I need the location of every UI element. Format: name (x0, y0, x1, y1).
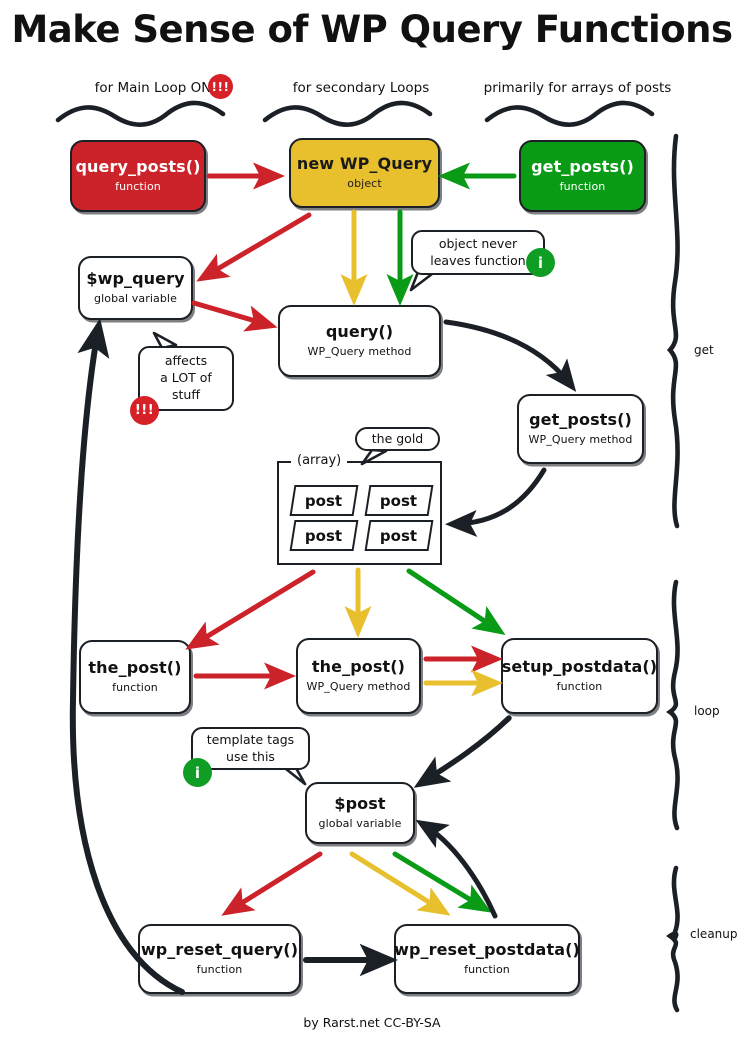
brace-label-cleanup-text: cleanup (690, 927, 738, 941)
arrow-array-to-the-post-fn (185, 569, 316, 650)
column-header-arrays-of-posts-text: primarily for arrays of posts (483, 80, 672, 96)
page-title: Make Sense of WP Query Functions (11, 8, 733, 51)
column-header-secondary-loops: for secondary Loops (268, 80, 454, 96)
bubble-affects-a-lot-line-1: affects (164, 353, 208, 369)
node-wp-query-global[interactable]: $wp_query global variable (78, 256, 193, 320)
brace-label-get: get (694, 343, 714, 357)
arrow-setup-postdata-to-post-global (413, 715, 512, 788)
node-wp-reset-postdata-name: wp_reset_postdata() (394, 940, 580, 960)
bubble-affects-a-lot-line-2: a LOT of (160, 370, 212, 386)
array-item-post-4: post (364, 520, 434, 551)
group-brace-arrays (484, 100, 655, 127)
bubble-the-gold-line-1: the gold (371, 430, 424, 446)
array-item-post-2-label: post (380, 491, 418, 510)
node-post-global-name: $post (334, 794, 386, 814)
node-the-post-method[interactable]: the_post() WP_Query method (296, 638, 421, 714)
bubble-object-never-leaves-info-icon-text: i (537, 253, 544, 272)
node-wp-reset-query-sub: function (196, 963, 243, 977)
node-new-wp-query[interactable]: new WP_Query object (289, 138, 440, 208)
node-post-global[interactable]: $post global variable (305, 782, 415, 844)
group-brace-main-loop (55, 100, 226, 127)
brace-label-loop: loop (694, 704, 720, 718)
bubble-template-tags-info-icon-text: i (194, 763, 201, 782)
main-loop-warning-badge-text: !!! (211, 79, 230, 94)
node-the-post-function-sub: function (112, 681, 158, 695)
node-setup-postdata[interactable]: setup_postdata() function (501, 638, 658, 714)
brace-label-loop-text: loop (694, 704, 720, 718)
node-setup-postdata-name: setup_postdata() (501, 657, 658, 677)
node-query-posts-sub: function (115, 180, 161, 194)
node-wp-reset-postdata-sub: function (464, 963, 510, 977)
arrow-array-to-setup-postdata-green (406, 568, 506, 635)
arrow-post-global-to-wp-reset-postdata-gold (349, 851, 451, 916)
node-the-post-method-name: the_post() (311, 657, 406, 677)
arrow-post-global-to-wp-reset-query (221, 851, 323, 916)
bubble-affects-a-lot-line-3: stuff (172, 386, 200, 402)
node-query-method-name: query() (325, 322, 394, 342)
arrow-query-method-to-get-posts-method (443, 319, 577, 392)
node-get-posts-function-sub: function (559, 180, 606, 194)
brace-label-cleanup: cleanup (690, 927, 738, 941)
node-get-posts-method-name: get_posts() (529, 410, 632, 430)
array-item-post-3: post (289, 520, 359, 551)
bubble-template-tags-line-2: use this (226, 748, 275, 764)
stage-brace-get (666, 133, 680, 529)
node-wp-query-global-name: $wp_query (86, 269, 185, 289)
column-header-secondary-loops-text: for secondary Loops (292, 80, 430, 96)
column-header-main-loop-text: for Main Loop ONLY (94, 80, 226, 96)
node-the-post-function[interactable]: the_post() function (79, 640, 191, 714)
array-item-post-4-label: post (380, 526, 418, 545)
column-header-arrays-of-posts: primarily for arrays of posts (470, 80, 685, 96)
node-new-wp-query-sub: object (347, 177, 382, 191)
node-query-posts-name: query_posts() (75, 157, 201, 177)
bubble-template-tags-info-icon: i (183, 758, 212, 787)
bubble-affects-a-lot-warning-icon-text: !!! (134, 403, 155, 418)
array-item-post-2: post (364, 485, 434, 516)
group-brace-secondary-loops (262, 100, 433, 127)
bubble-object-never-leaves: object never leaves function (411, 230, 545, 275)
arrow-wp-query-global-to-query-method (191, 300, 278, 332)
bubble-the-gold: the gold (355, 427, 440, 451)
node-get-posts-method-sub: WP_Query method (528, 433, 633, 447)
node-new-wp-query-name: new WP_Query (296, 154, 433, 174)
bubble-object-never-leaves-line-2: leaves function (430, 252, 526, 268)
credit-line: by Rarst.net CC-BY-SA (303, 1015, 441, 1030)
node-setup-postdata-sub: function (556, 680, 603, 694)
bubble-object-never-leaves-line-1: object never (438, 235, 518, 251)
arrow-wp-reset-postdata-to-post-global (415, 819, 498, 919)
node-post-global-sub: global variable (318, 817, 402, 831)
bubble-affects-a-lot-warning-icon: !!! (130, 396, 159, 425)
node-wp-query-global-sub: global variable (94, 292, 177, 306)
node-wp-reset-postdata[interactable]: wp_reset_postdata() function (394, 924, 580, 994)
node-get-posts-function-name: get_posts() (531, 157, 634, 177)
stage-brace-loop (666, 579, 680, 831)
node-query-method-sub: WP_Query method (307, 345, 412, 359)
node-wp-reset-query[interactable]: wp_reset_query() function (138, 924, 301, 994)
arrow-wp-query-obj-to-wp-query-global (196, 212, 312, 282)
node-the-post-method-sub: WP_Query method (306, 680, 411, 694)
main-loop-warning-badge: !!! (208, 74, 233, 99)
arrow-get-posts-method-to-array (445, 467, 547, 537)
array-block: (array) post post post post (277, 453, 442, 565)
bubble-tail-template-tags (284, 766, 307, 786)
arrow-post-global-to-wp-reset-postdata-green (392, 851, 492, 913)
node-query-posts[interactable]: query_posts() function (70, 140, 206, 212)
bubble-template-tags-line-1: template tags (206, 731, 295, 747)
node-get-posts-function[interactable]: get_posts() function (519, 140, 646, 212)
bubble-object-never-leaves-info-icon: i (526, 248, 555, 277)
brace-label-get-text: get (694, 343, 714, 357)
stage-brace-cleanup (666, 865, 680, 1013)
node-the-post-function-name: the_post() (88, 658, 182, 678)
array-item-post-1: post (289, 485, 359, 516)
array-item-post-1-label: post (305, 491, 343, 510)
array-item-post-3-label: post (305, 526, 343, 545)
node-query-method[interactable]: query() WP_Query method (278, 305, 441, 377)
array-block-label: (array) (291, 453, 348, 468)
diagram-canvas: Make Sense of WP Query Functions for Mai… (0, 0, 744, 1040)
node-wp-reset-query-name: wp_reset_query() (140, 940, 299, 960)
node-get-posts-method[interactable]: get_posts() WP_Query method (517, 394, 644, 464)
